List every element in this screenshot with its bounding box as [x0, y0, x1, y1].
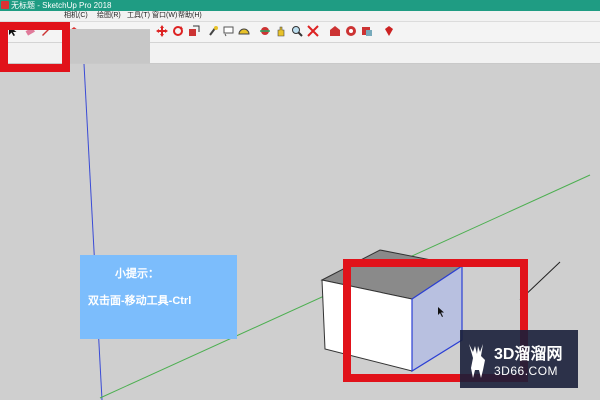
watermark-url: 3D66.COM	[494, 364, 559, 378]
highlight-select-tool	[0, 22, 70, 72]
hint-text: 双击面-移动工具-Ctrl	[88, 295, 192, 307]
deer-logo-icon	[469, 344, 485, 378]
blue-axis	[83, 63, 103, 400]
hint-title: 小提示：	[115, 268, 159, 280]
watermark-logo: 3D溜溜网	[494, 346, 563, 363]
